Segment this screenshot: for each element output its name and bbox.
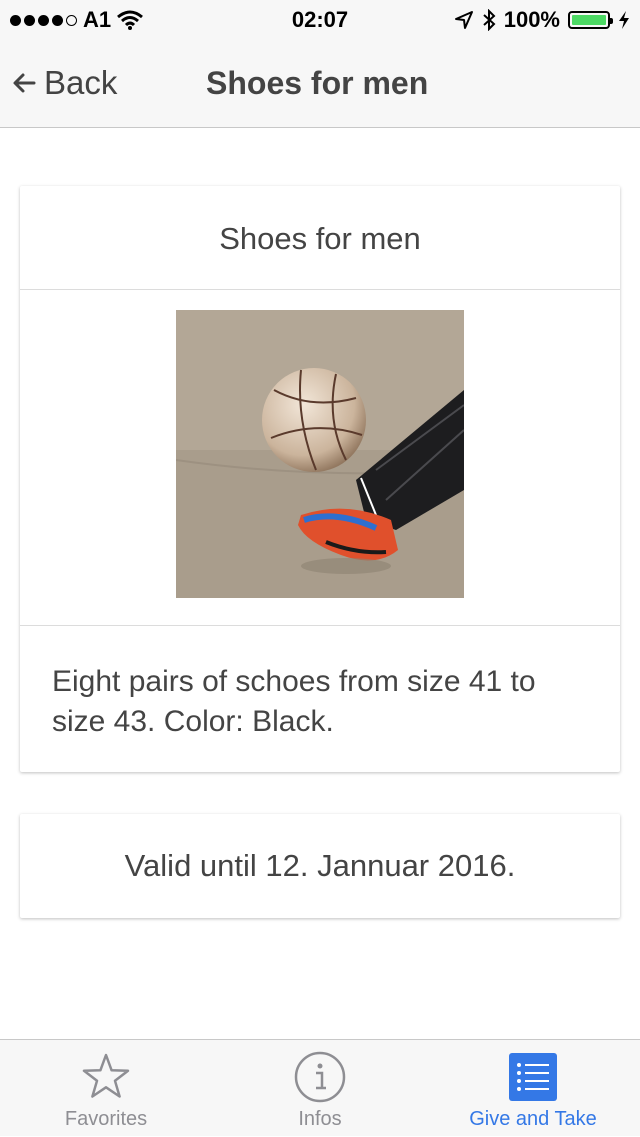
- battery-percent: 100%: [503, 7, 560, 32]
- item-card: Shoes for men Eight pairs of schoes from…: [20, 186, 620, 772]
- item-photo: [176, 310, 464, 598]
- item-description: Eight pairs of schoes from size 41 to si…: [52, 665, 536, 738]
- bluetooth-icon: [483, 9, 496, 31]
- validity-card: Valid until 12. Jannuar 2016.: [20, 814, 620, 918]
- arrow-left-icon: [13, 73, 36, 93]
- validity-text: Valid until 12. Jannuar 2016.: [124, 848, 516, 883]
- status-bar: A1 02:07 100%: [0, 0, 640, 40]
- tab-label: Favorites: [64, 1108, 148, 1130]
- item-title: Shoes for men: [20, 186, 620, 290]
- tab-infos[interactable]: Infos: [250, 1040, 390, 1137]
- info-icon: [294, 1051, 346, 1103]
- tab-favorites[interactable]: Favorites: [36, 1040, 176, 1137]
- navigation-bar: Back Shoes for men: [0, 40, 640, 128]
- location-arrow-icon: [454, 11, 473, 29]
- back-label: Back: [44, 64, 118, 101]
- star-icon: [82, 1053, 130, 1098]
- back-button[interactable]: Back: [12, 64, 117, 102]
- battery-icon: [568, 11, 613, 29]
- tab-label: Give and Take: [469, 1108, 597, 1130]
- status-right: 100%: [454, 7, 630, 33]
- tab-give-and-take[interactable]: Give and Take: [450, 1040, 616, 1137]
- item-image-row: [20, 290, 620, 626]
- page-title: Shoes for men: [206, 65, 429, 101]
- list-icon: [509, 1053, 557, 1101]
- tab-label: Infos: [298, 1108, 342, 1130]
- tab-bar: Favorites Infos Give and Take: [0, 1039, 640, 1136]
- charging-bolt-icon: [619, 11, 629, 29]
